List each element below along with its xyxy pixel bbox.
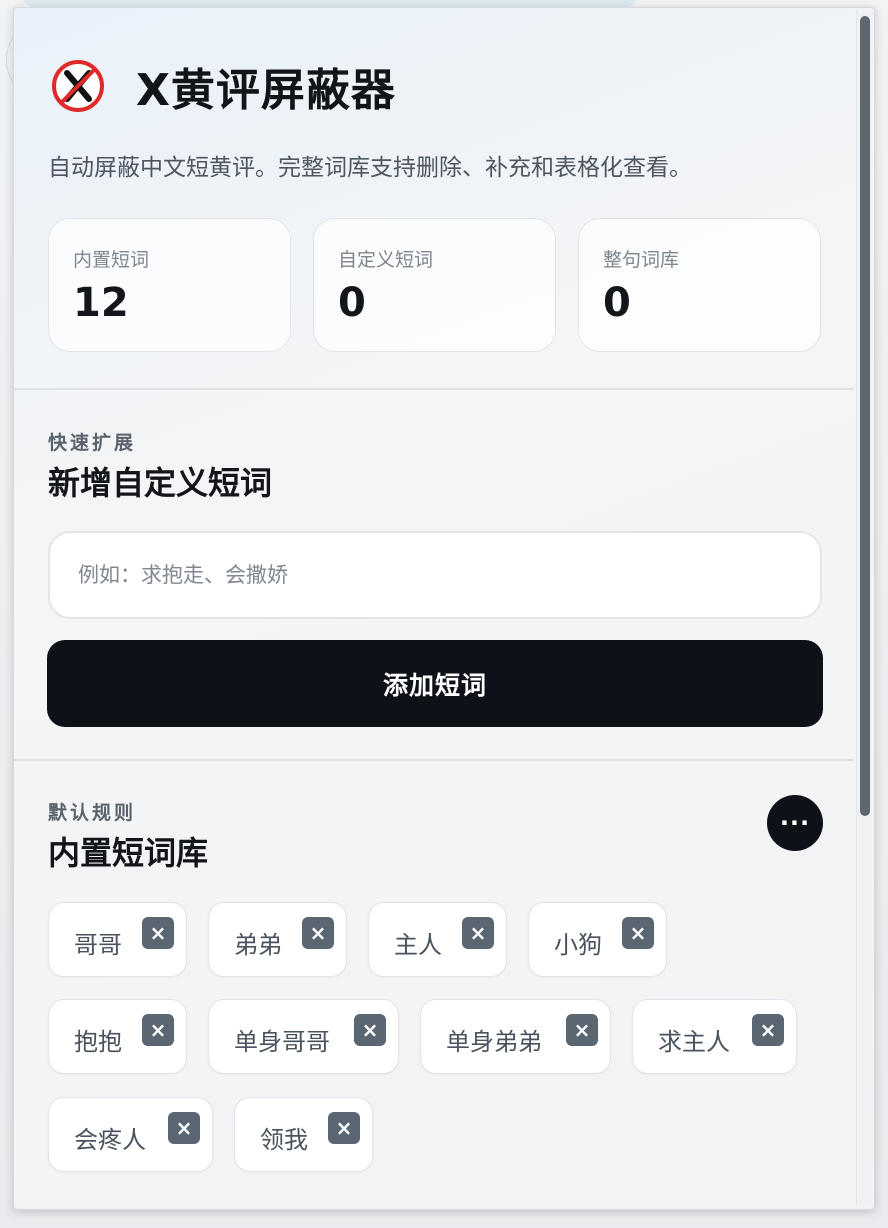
close-icon[interactable]: × [142, 917, 174, 949]
stat-label: 整句词库 [603, 249, 680, 271]
word-chip-label: 单身弟弟 [446, 1028, 542, 1056]
word-chip: 单身哥哥 × [208, 999, 399, 1074]
stat-value: 12 [73, 280, 129, 326]
popup-content: X黄评屏蔽器 自动屏蔽中文短黄评。完整词库支持删除、补充和表格化查看。 内置短词… [14, 8, 854, 1209]
word-chip-label: 哥哥 [74, 931, 122, 959]
word-chip: 单身弟弟 × [420, 999, 611, 1074]
word-chip-label: 小狗 [554, 931, 602, 959]
app-title: X黄评屏蔽器 [136, 65, 396, 116]
word-chip: 领我 × [234, 1097, 373, 1172]
word-chip-label: 单身哥哥 [234, 1028, 330, 1056]
close-icon[interactable]: × [168, 1112, 200, 1144]
add-word-button[interactable]: 添加短词 [47, 640, 823, 727]
add-section-title: 新增自定义短词 [48, 464, 273, 502]
stat-label: 自定义短词 [338, 249, 434, 271]
close-icon[interactable]: × [328, 1112, 360, 1144]
close-icon[interactable]: × [622, 917, 654, 949]
add-section-eyebrow: 快速扩展 [48, 432, 137, 454]
close-icon[interactable]: × [462, 917, 494, 949]
extension-popup: X黄评屏蔽器 自动屏蔽中文短黄评。完整词库支持删除、补充和表格化查看。 内置短词… [13, 7, 875, 1210]
more-icon: ··· [779, 809, 811, 837]
word-chip: 抱抱 × [48, 999, 187, 1074]
word-chip: 求主人 × [632, 999, 797, 1074]
app-subtitle: 自动屏蔽中文短黄评。完整词库支持删除、补充和表格化查看。 [48, 155, 692, 181]
stat-card-custom: 自定义短词 0 [313, 218, 556, 352]
close-icon[interactable]: × [566, 1014, 598, 1046]
word-chip-label: 求主人 [658, 1028, 730, 1056]
stat-value: 0 [603, 280, 631, 326]
more-options-button[interactable]: ··· [767, 795, 823, 851]
stat-label: 内置短词 [73, 249, 150, 271]
scrollbar-track[interactable] [856, 10, 872, 1205]
stat-card-sentences: 整句词库 0 [578, 218, 821, 352]
close-icon[interactable]: × [752, 1014, 784, 1046]
popup-header: X黄评屏蔽器 [50, 56, 396, 116]
word-chip: 会疼人 × [48, 1097, 213, 1172]
word-chip: 哥哥 × [48, 902, 187, 977]
word-chip: 小狗 × [528, 902, 667, 977]
stat-card-builtin: 内置短词 12 [48, 218, 291, 352]
stat-value: 0 [338, 280, 366, 326]
builtin-section-eyebrow: 默认规则 [48, 802, 137, 824]
word-chip-label: 会疼人 [74, 1126, 146, 1154]
word-chip-label: 弟弟 [234, 931, 282, 959]
section-divider [14, 388, 854, 390]
blocker-logo-icon [52, 60, 104, 112]
section-divider [14, 759, 854, 761]
word-chip-label: 抱抱 [74, 1028, 122, 1056]
close-icon[interactable]: × [142, 1014, 174, 1046]
word-chip: 弟弟 × [208, 902, 347, 977]
scrollbar-thumb[interactable] [860, 16, 870, 816]
word-chip-label: 领我 [260, 1126, 308, 1154]
close-icon[interactable]: × [354, 1014, 386, 1046]
builtin-section-title: 内置短词库 [48, 834, 209, 872]
custom-word-input[interactable] [48, 531, 822, 619]
word-chip: 主人 × [368, 902, 507, 977]
stats-row: 内置短词 12 自定义短词 0 整句词库 0 [48, 218, 821, 352]
close-icon[interactable]: × [302, 917, 334, 949]
word-chip-label: 主人 [394, 931, 442, 959]
